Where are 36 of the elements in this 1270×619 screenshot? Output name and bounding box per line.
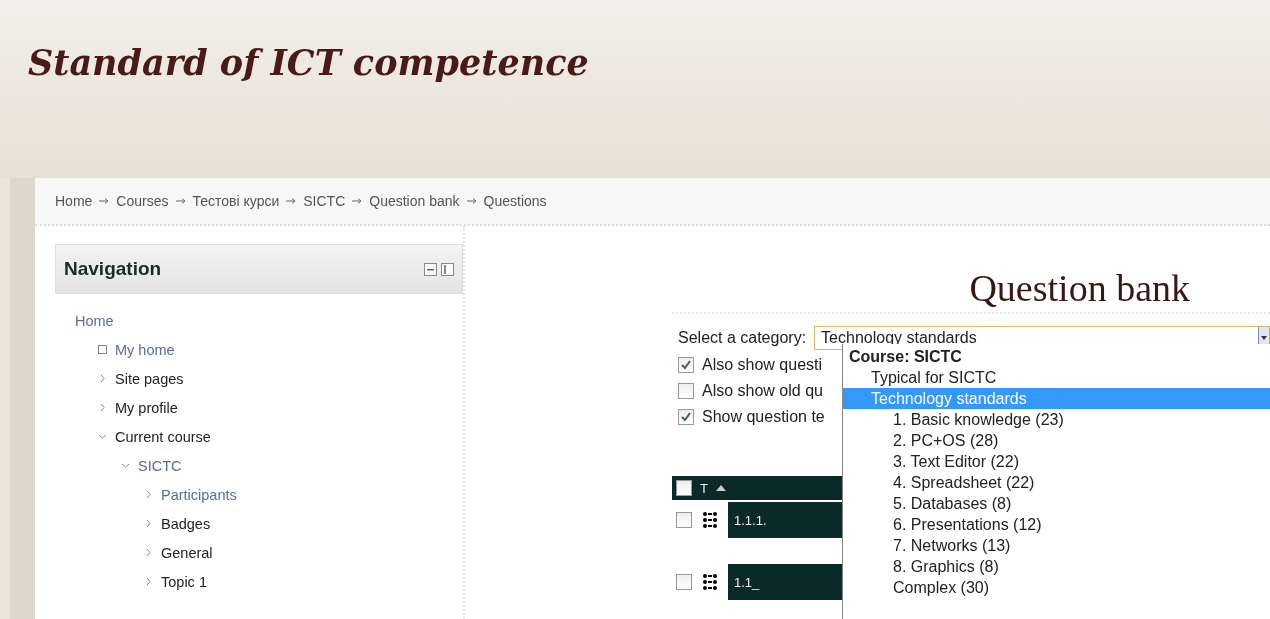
breadcrumb-link[interactable]: Courses — [116, 193, 169, 209]
table-cell: 1.1_ — [728, 564, 842, 600]
dropdown-option[interactable]: Complex (30) — [843, 577, 1270, 598]
column-header[interactable]: T — [700, 480, 708, 496]
nav-item[interactable]: Participants — [161, 486, 237, 503]
dropdown-option[interactable]: 8. Graphics (8) — [843, 556, 1270, 577]
nav-item[interactable]: General — [161, 544, 213, 561]
table-cell: 1.1.1. — [728, 502, 842, 538]
breadcrumb-link[interactable]: SICTC — [303, 193, 346, 209]
dropdown-option[interactable]: 1. Basic knowledge (23) — [843, 409, 1270, 430]
breadcrumb-link[interactable]: Questions — [483, 193, 547, 209]
checkbox-label: Show question te — [702, 408, 825, 426]
nav-item[interactable]: Topic 1 — [161, 573, 207, 590]
dropdown-option[interactable]: 7. Networks (13) — [843, 535, 1270, 556]
site-title: Standard of ICT competence — [28, 41, 589, 83]
dropdown-option[interactable]: 4. Spreadsheet (22) — [843, 472, 1270, 493]
nav-item[interactable]: SICTC — [138, 457, 182, 474]
field-label: Select a category: — [678, 329, 807, 347]
breadcrumb-link[interactable]: Home — [55, 193, 93, 209]
nav-item[interactable]: Current course — [115, 428, 211, 445]
dropdown-option[interactable]: 3. Text Editor (22) — [843, 451, 1270, 472]
dropdown-option[interactable]: 5. Databases (8) — [843, 493, 1270, 514]
page-heading: Question bank — [672, 266, 1270, 314]
nav-item[interactable]: Site pages — [115, 370, 184, 387]
dropdown-option[interactable]: 6. Presentations (12) — [843, 514, 1270, 535]
nav-item[interactable]: My home — [115, 341, 175, 358]
breadcrumb-link[interactable]: Тестові курси — [192, 193, 280, 209]
checkbox-label: Also show old qu — [702, 382, 823, 400]
breadcrumb-link[interactable]: Question bank — [369, 193, 460, 209]
nav-item[interactable]: Badges — [161, 515, 211, 532]
nav-item[interactable]: My profile — [115, 399, 178, 416]
dropdown-option[interactable]: Typical for SICTC — [843, 367, 1270, 388]
dropdown-option[interactable]: 2. PC+OS (28) — [843, 430, 1270, 451]
checkbox-label: Also show questi — [702, 356, 823, 374]
nav-item[interactable]: Home — [75, 312, 114, 329]
block-title: Navigation — [64, 258, 162, 280]
